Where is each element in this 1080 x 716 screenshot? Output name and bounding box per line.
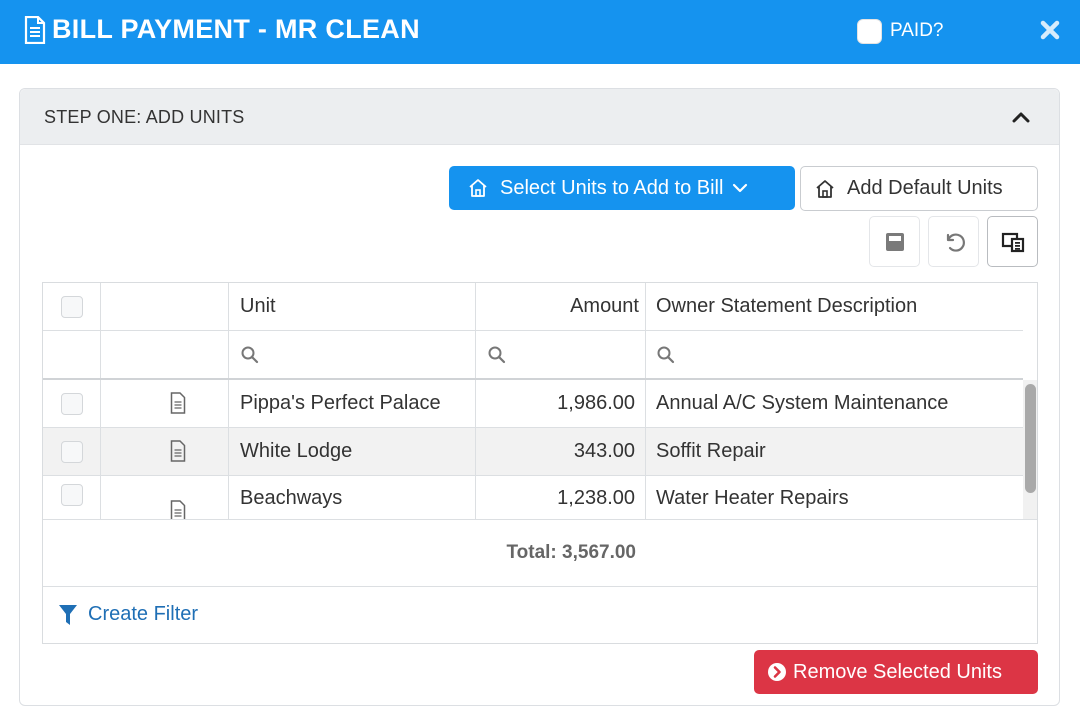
table-row[interactable]: Pippa's Perfect Palace 1,986.00 Annual A…: [43, 380, 1023, 428]
column-chooser-icon: [1001, 232, 1024, 252]
row-icon-cell: [101, 428, 229, 475]
unit-cell: Beachways: [229, 476, 476, 519]
unit-value: White Lodge: [240, 440, 353, 462]
description-value: Soffit Repair: [656, 440, 766, 462]
icon-column-header: [101, 283, 229, 331]
scrollbar-thumb[interactable]: [1025, 384, 1036, 493]
amount-cell: 1,986.00: [476, 380, 646, 427]
chevron-up-icon[interactable]: [1011, 109, 1031, 125]
description-header-label: Owner Statement Description: [656, 295, 918, 317]
home-icon: [469, 179, 487, 197]
remove-selected-units-label: Remove Selected Units: [793, 660, 1002, 683]
document-icon[interactable]: [170, 440, 186, 462]
grid-header-row: Unit Amount Owner Statement Description: [43, 283, 1023, 331]
add-default-units-label: Add Default Units: [847, 177, 1003, 199]
select-units-label: Select Units to Add to Bill: [500, 176, 724, 199]
panel-header[interactable]: STEP ONE: ADD UNITS: [20, 89, 1059, 145]
step-one-panel: STEP ONE: ADD UNITS Select Units to Add …: [19, 88, 1060, 706]
document-icon[interactable]: [170, 392, 186, 414]
unit-column-header[interactable]: Unit: [229, 283, 476, 331]
description-filter-input[interactable]: [646, 331, 1023, 378]
unit-value: Pippa's Perfect Palace: [240, 392, 441, 414]
row-select-cell: [43, 380, 101, 427]
unit-cell: Pippa's Perfect Palace: [229, 380, 476, 427]
paid-checkbox[interactable]: [857, 19, 882, 44]
description-value: Annual A/C System Maintenance: [656, 392, 949, 414]
add-default-units-button[interactable]: Add Default Units: [800, 166, 1038, 211]
filter-empty-cell: [43, 331, 101, 378]
row-select-cell: [43, 476, 101, 519]
grid-total-row: Total: 3,567.00: [43, 519, 1037, 587]
funnel-icon[interactable]: [58, 604, 78, 626]
description-cell: Annual A/C System Maintenance: [646, 380, 1023, 427]
grid-scrollbar[interactable]: [1023, 380, 1037, 519]
create-filter-link[interactable]: Create Filter: [88, 603, 198, 626]
grid-filter-row: [43, 331, 1023, 380]
dialog-header: BILL PAYMENT - MR CLEAN PAID?: [0, 0, 1080, 64]
amount-column-header[interactable]: Amount: [476, 283, 646, 331]
step-title: STEP ONE: ADD UNITS: [44, 107, 245, 127]
grid-filter-panel: Create Filter: [43, 587, 1037, 643]
units-grid: Unit Amount Owner Statement Description: [42, 282, 1038, 644]
save-button[interactable]: [869, 216, 920, 267]
row-checkbox[interactable]: [61, 484, 83, 506]
description-value: Water Heater Repairs: [656, 487, 849, 509]
search-icon: [488, 346, 506, 364]
amount-filter-input[interactable]: [476, 331, 646, 378]
undo-button[interactable]: [928, 216, 979, 267]
column-chooser-button[interactable]: [987, 216, 1038, 267]
document-icon: [24, 16, 46, 44]
unit-header-label: Unit: [240, 295, 276, 317]
row-checkbox[interactable]: [61, 393, 83, 415]
search-icon: [657, 346, 675, 364]
select-units-button[interactable]: Select Units to Add to Bill: [449, 166, 795, 210]
amount-value: 1,238.00: [557, 487, 635, 509]
filter-empty-cell: [101, 331, 229, 378]
unit-value: Beachways: [240, 487, 343, 509]
amount-value: 343.00: [573, 440, 635, 462]
select-all-cell: [43, 283, 101, 331]
table-row[interactable]: White Lodge 343.00 Soffit Repair: [43, 428, 1023, 476]
chevron-down-icon: [733, 183, 748, 193]
document-icon[interactable]: [170, 500, 186, 519]
unit-filter-input[interactable]: [229, 331, 476, 378]
total-amount: Total: 3,567.00: [506, 542, 636, 563]
save-icon: [885, 232, 904, 251]
remove-selected-units-button[interactable]: Remove Selected Units: [754, 650, 1038, 694]
select-all-checkbox[interactable]: [61, 296, 83, 318]
amount-value: 1,986.00: [557, 392, 635, 414]
row-icon-cell: [101, 476, 229, 519]
close-icon[interactable]: [1040, 20, 1060, 40]
description-cell: Soffit Repair: [646, 428, 1023, 475]
description-cell: Water Heater Repairs: [646, 476, 1023, 519]
undo-icon: [946, 232, 965, 252]
search-icon: [241, 346, 259, 364]
row-checkbox[interactable]: [61, 441, 83, 463]
home-icon: [816, 179, 834, 198]
row-icon-cell: [101, 380, 229, 427]
row-select-cell: [43, 428, 101, 475]
amount-cell: 1,238.00: [476, 476, 646, 519]
dialog-title: BILL PAYMENT - MR CLEAN: [52, 14, 420, 44]
chevron-circle-right-icon: [768, 663, 786, 681]
amount-cell: 343.00: [476, 428, 646, 475]
amount-header-label: Amount: [570, 295, 639, 317]
table-row[interactable]: Beachways 1,238.00 Water Heater Repairs: [43, 476, 1023, 519]
unit-cell: White Lodge: [229, 428, 476, 475]
description-column-header[interactable]: Owner Statement Description: [646, 283, 1023, 331]
paid-label: PAID?: [890, 20, 944, 41]
